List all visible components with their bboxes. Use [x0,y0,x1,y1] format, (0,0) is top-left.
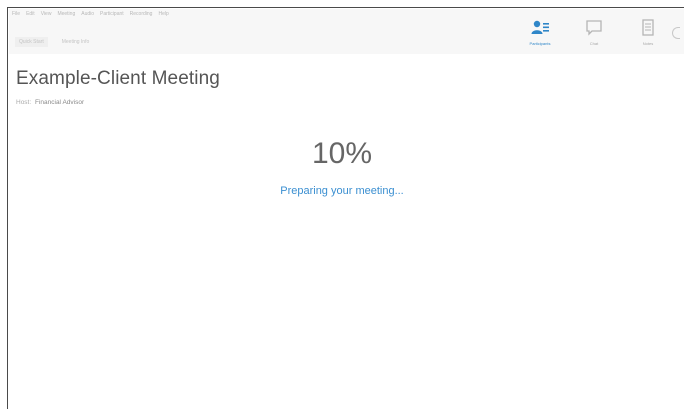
menu-item-participant[interactable]: Participant [100,11,124,17]
chat-label: Chat [589,41,599,46]
menu-bar: File Edit View Meeting Audio Participant… [12,11,169,17]
menu-item-file[interactable]: File [12,11,20,17]
meeting-window: File Edit View Meeting Audio Participant… [7,7,684,409]
notes-icon [642,19,654,36]
menu-item-help[interactable]: Help [158,11,168,17]
tab-quick-start[interactable]: Quick Start [15,37,48,47]
participants-label: Participants [529,41,551,46]
notes-label: Notes [642,41,654,46]
participants-icon [531,20,549,34]
participants-button[interactable]: Participants [513,13,567,49]
tab-meeting-info[interactable]: Meeting Info [58,37,94,47]
menu-item-view[interactable]: View [41,11,52,17]
page-title: Example-Client Meeting [16,68,220,89]
panel-toolbar: Participants Chat Notes [513,13,675,49]
menu-item-meeting[interactable]: Meeting [57,11,75,17]
chat-icon [586,20,602,36]
menu-item-edit[interactable]: Edit [26,11,35,17]
menu-item-audio[interactable]: Audio [81,11,94,17]
overflow-icon[interactable] [672,27,680,39]
host-value: Financial Advisor [34,99,85,106]
notes-button[interactable]: Notes [621,13,675,49]
progress-status: Preparing your meeting... [280,185,404,197]
top-bar: File Edit View Meeting Audio Participant… [9,9,684,54]
progress-percent: 10% [311,137,373,170]
menu-item-recording[interactable]: Recording [130,11,153,17]
chat-button[interactable]: Chat [567,13,621,49]
host-key: Host: [16,99,32,106]
host-line: Host: Financial Advisor [16,99,84,106]
tab-strip: Quick Start Meeting Info [15,37,93,47]
